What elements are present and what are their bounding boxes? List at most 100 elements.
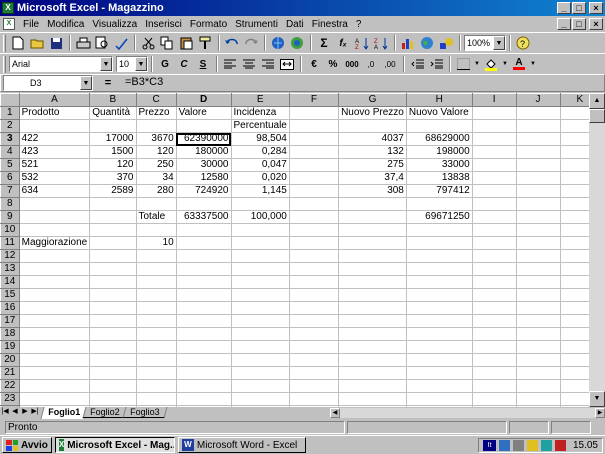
cell-h13[interactable] [405,262,473,276]
menu-strumenti[interactable]: Strumenti [231,19,282,30]
cell-e13[interactable] [230,262,290,276]
cell-j23[interactable] [515,392,561,406]
cell-d21[interactable] [175,366,232,380]
scroll-up-icon[interactable]: ▲ [589,93,605,109]
cell-a18[interactable] [18,327,91,341]
cell-c14[interactable] [135,275,177,289]
row-header[interactable]: 1 [0,106,20,120]
cell-a22[interactable] [18,379,91,393]
maximize-button[interactable]: □ [572,2,586,14]
row-header[interactable]: 16 [0,301,20,315]
cell-h14[interactable] [405,275,473,289]
cell-h19[interactable] [405,340,473,354]
cell-i9[interactable] [471,210,517,224]
cell-h12[interactable] [405,249,473,263]
cell-a17[interactable] [18,314,91,328]
cell-j17[interactable] [515,314,561,328]
cell-a15[interactable] [18,288,91,302]
cell-g12[interactable] [338,249,407,263]
align-left-icon[interactable] [221,55,239,73]
column-header-d[interactable]: D [175,93,232,107]
title-bar[interactable]: X Microsoft Excel - Magazzino _ □ × [0,0,605,16]
cell-d18[interactable] [175,327,232,341]
cell-g3[interactable]: 4037 [338,132,407,146]
cell-j2[interactable] [515,119,561,133]
copy-icon[interactable] [158,34,176,52]
cell-f19[interactable] [288,340,340,354]
cell-d3[interactable]: 62390000 [175,132,232,146]
cell-e21[interactable] [230,366,290,380]
format-painter-icon[interactable] [196,34,214,52]
column-header-c[interactable]: C [135,93,177,107]
scroll-down-icon[interactable]: ▼ [589,391,605,407]
cell-h11[interactable] [405,236,473,250]
cell-d9[interactable]: 63337500 [175,210,232,224]
chart-wizard-icon[interactable] [399,34,417,52]
cell-i14[interactable] [471,275,517,289]
cell-g10[interactable] [338,223,407,237]
cell-a14[interactable] [18,275,91,289]
cell-f14[interactable] [288,275,340,289]
workbook-close-button[interactable]: × [589,18,603,30]
cell-f5[interactable] [288,158,340,172]
cell-f3[interactable] [288,132,340,146]
cell-j1[interactable] [515,106,561,120]
cell-f21[interactable] [288,366,340,380]
alert-icon[interactable] [554,440,566,451]
cell-j15[interactable] [515,288,561,302]
chevron-down-icon[interactable]: ▼ [529,55,537,73]
cell-c15[interactable] [135,288,177,302]
sheet-tab-foglio2[interactable]: Foglio2 [82,407,128,418]
cell-i10[interactable] [471,223,517,237]
cell-h2[interactable] [405,119,473,133]
chevron-down-icon[interactable]: ▼ [473,55,481,73]
cell-d19[interactable] [175,340,232,354]
column-header-e[interactable]: E [230,93,290,107]
font-color-icon[interactable]: A [510,55,528,73]
cell-i5[interactable] [471,158,517,172]
cell-e9[interactable]: 100,000 [230,210,290,224]
cell-g13[interactable] [338,262,407,276]
menu-dati[interactable]: Dati [282,19,308,30]
cell-j18[interactable] [515,327,561,341]
menu-formato[interactable]: Formato [186,19,231,30]
cell-e1[interactable]: Incidenza [230,106,290,120]
cell-f11[interactable] [288,236,340,250]
cell-b1[interactable]: Quantità [89,106,137,120]
cell-f18[interactable] [288,327,340,341]
cell-d15[interactable] [175,288,232,302]
cell-g18[interactable] [338,327,407,341]
cell-d13[interactable] [175,262,232,276]
row-header[interactable]: 10 [0,223,20,237]
cell-d11[interactable] [175,236,232,250]
cell-b18[interactable] [89,327,137,341]
cell-d5[interactable]: 30000 [175,158,232,172]
row-header[interactable]: 11 [0,236,20,250]
cell-b6[interactable]: 370 [89,171,137,185]
percent-style-icon[interactable]: % [324,55,342,73]
cell-a21[interactable] [18,366,91,380]
cell-i13[interactable] [471,262,517,276]
cell-e3[interactable]: 98,504 [230,132,290,146]
worksheet-grid[interactable]: A B C D E F G H I J K 1 Prodotto Quantità P… [0,93,605,407]
cell-f22[interactable] [288,379,340,393]
cell-h10[interactable] [405,223,473,237]
cell-a13[interactable] [18,262,91,276]
cell-j21[interactable] [515,366,561,380]
cell-i11[interactable] [471,236,517,250]
open-folder-icon[interactable] [28,34,46,52]
cell-g5[interactable]: 275 [338,158,407,172]
cell-g4[interactable]: 132 [338,145,407,159]
cell-d8[interactable] [175,197,232,211]
cell-c1[interactable]: Prezzo [135,106,177,120]
spelling-icon[interactable] [112,34,130,52]
cell-c10[interactable] [135,223,177,237]
scroll-right-icon[interactable]: ▶ [595,408,605,418]
cell-i8[interactable] [471,197,517,211]
cell-b8[interactable] [89,197,137,211]
cell-h16[interactable] [405,301,473,315]
cell-g11[interactable] [338,236,407,250]
chevron-down-icon[interactable]: ▼ [135,57,147,71]
cell-a20[interactable] [18,353,91,367]
cell-a7[interactable]: 634 [18,184,91,198]
